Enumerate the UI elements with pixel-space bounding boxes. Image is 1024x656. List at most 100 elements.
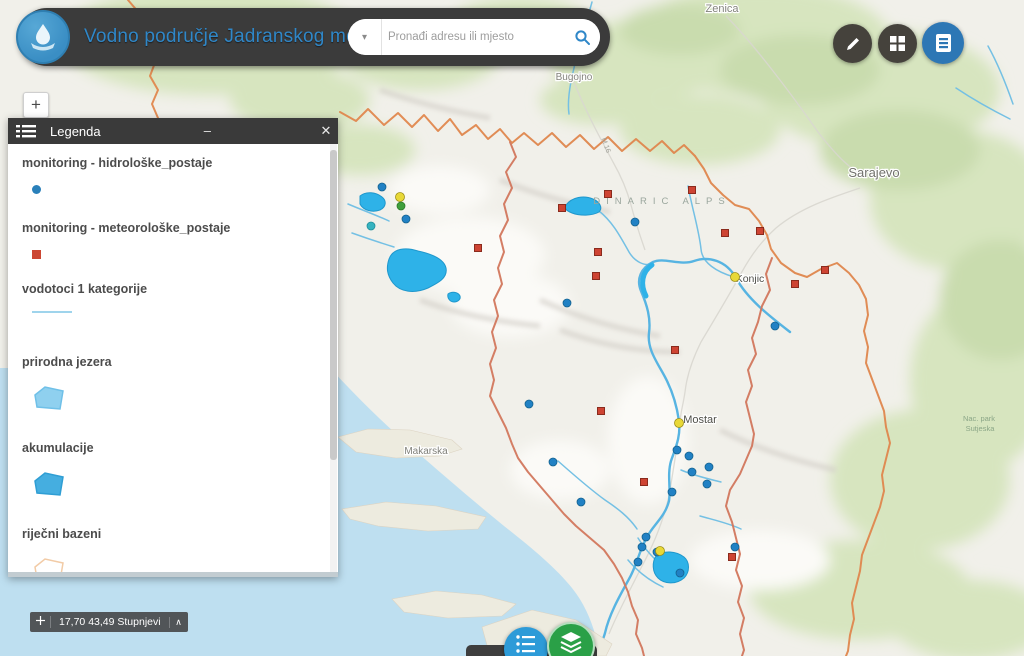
- legend-item: akumulacije: [22, 441, 324, 503]
- meteo-station-marker[interactable]: [474, 244, 482, 252]
- coordinates-crosshair-icon[interactable]: [30, 616, 51, 628]
- map-label: Sarajevo: [848, 165, 899, 180]
- map-label: Nac. park: [963, 414, 995, 423]
- header-bar: Vodno područje Jadranskog mora ▾: [16, 8, 610, 66]
- legend-item-label: vodotoci 1 kategorije: [22, 282, 148, 296]
- hydro-station-marker[interactable]: [401, 214, 411, 224]
- legend-item-label: monitoring - meteorološke_postaje: [22, 221, 231, 235]
- hydro-station-marker[interactable]: [684, 451, 694, 461]
- meteo-station-marker[interactable]: [688, 186, 696, 194]
- town-marker[interactable]: [674, 418, 684, 428]
- legend-swatch-polygon: [32, 470, 324, 503]
- layers-icon: [560, 632, 582, 654]
- map-label: Mostar: [683, 414, 717, 426]
- legend-item: monitoring - meteorološke_postaje: [22, 221, 324, 259]
- hydro-station-marker[interactable]: [576, 497, 586, 507]
- hydro-station-marker[interactable]: [641, 532, 651, 542]
- meteo-station-marker[interactable]: [592, 272, 600, 280]
- meteo-station-marker[interactable]: [791, 280, 799, 288]
- hydro-station-marker[interactable]: [704, 462, 714, 472]
- town-marker[interactable]: [730, 272, 740, 282]
- draw-measure-button[interactable]: [833, 24, 872, 63]
- teal-station-marker[interactable]: [366, 221, 376, 231]
- meteo-station-marker[interactable]: [721, 229, 729, 237]
- legend-swatch-square: [32, 250, 41, 259]
- search-button[interactable]: [564, 19, 600, 55]
- hydro-station-marker[interactable]: [630, 217, 640, 227]
- hydro-station-marker[interactable]: [730, 542, 740, 552]
- legend-scrollbar-track: [330, 144, 337, 572]
- search-source-dropdown[interactable]: ▾: [348, 19, 382, 55]
- meteo-station-marker[interactable]: [728, 553, 736, 561]
- coordinates-value: 17,70 43,49 Stupnjevi: [59, 616, 161, 628]
- map-label: Bugojno: [556, 72, 593, 83]
- legend-item: riječni bazeni: [22, 527, 324, 572]
- hydro-station-marker[interactable]: [377, 182, 387, 192]
- app-title: Vodno područje Jadranskog mora: [84, 26, 375, 47]
- legend-swatch-polygon: [32, 384, 324, 417]
- hydro-station-marker[interactable]: [633, 557, 643, 567]
- meteo-station-marker[interactable]: [604, 190, 612, 198]
- meteo-station-marker[interactable]: [640, 478, 648, 486]
- coordinates-expand-caret[interactable]: ∧: [168, 616, 188, 628]
- legend-header[interactable]: Legenda – ✕: [8, 118, 338, 144]
- legend-swatch-point: [32, 185, 41, 194]
- legend-item-label: monitoring - hidrološke_postaje: [22, 156, 213, 170]
- legend-body: monitoring - hidrološke_postaje monitorin…: [8, 144, 338, 572]
- app-window: Zenica Bugojno Sarajevo Konjic Mostar Makarsk…: [0, 0, 1024, 656]
- legend-item-list: monitoring - hidrološke_postaje monitorin…: [22, 156, 324, 572]
- map-label: DINARIC ALPS: [593, 196, 730, 207]
- search-icon: [574, 29, 590, 45]
- legend-hscrollbar[interactable]: [8, 572, 338, 577]
- legend-swatch-line: [32, 311, 72, 313]
- basemap-gallery-button[interactable]: [878, 24, 917, 63]
- map-label: Makarska: [404, 446, 448, 457]
- app-logo: [16, 10, 70, 64]
- meteo-station-marker[interactable]: [558, 204, 566, 212]
- water-drop-icon: [31, 24, 55, 51]
- legend-panel-icon: [16, 124, 36, 137]
- hydro-station-marker[interactable]: [667, 487, 677, 497]
- legend-panel: Legenda – ✕ monitoring - hidrološke_post…: [8, 118, 338, 577]
- search-box: ▾: [348, 19, 600, 55]
- legend-item-label: prirodna jezera: [22, 355, 112, 369]
- zoom-in-button[interactable]: +: [23, 92, 49, 118]
- search-input[interactable]: [382, 31, 564, 43]
- coordinates-widget: 17,70 43,49 Stupnjevi ∧: [30, 612, 188, 632]
- hydro-station-marker[interactable]: [637, 542, 647, 552]
- legend-item-label: riječni bazeni: [22, 527, 102, 541]
- town-marker[interactable]: [395, 192, 405, 202]
- legend-toggle-button[interactable]: [922, 22, 964, 64]
- pencil-icon: [846, 37, 859, 50]
- legend-item: prirodna jezera: [22, 355, 324, 417]
- hydro-station-marker[interactable]: [675, 568, 685, 578]
- map-label: Konjic: [736, 273, 765, 285]
- meteo-station-marker[interactable]: [597, 407, 605, 415]
- hydro-station-marker[interactable]: [548, 457, 558, 467]
- legend-swatch-polygon: [32, 556, 324, 572]
- legend-minimize-button[interactable]: –: [195, 118, 219, 144]
- meteo-station-marker[interactable]: [671, 346, 679, 354]
- map-label: Zenica: [705, 3, 739, 15]
- map-label: Sutjeska: [966, 424, 996, 433]
- hydro-station-marker[interactable]: [702, 479, 712, 489]
- legend-list-icon: [935, 34, 951, 52]
- hydro-station-marker[interactable]: [524, 399, 534, 409]
- legend-close-button[interactable]: ✕: [314, 118, 338, 144]
- legend-title: Legenda: [50, 123, 101, 139]
- meteo-station-marker[interactable]: [756, 227, 764, 235]
- town-marker[interactable]: [655, 546, 665, 556]
- legend-item: vodotoci 1 kategorije: [22, 282, 324, 313]
- meteo-station-marker[interactable]: [594, 248, 602, 256]
- hydro-station-marker[interactable]: [672, 445, 682, 455]
- hydro-station-marker[interactable]: [687, 467, 697, 477]
- hydro-station-marker[interactable]: [770, 321, 780, 331]
- meteo-station-marker[interactable]: [821, 266, 829, 274]
- green-station-marker[interactable]: [396, 201, 406, 211]
- legend-item-label: akumulacije: [22, 441, 94, 455]
- legend-item: monitoring - hidrološke_postaje: [22, 156, 324, 194]
- legend-scrollbar-thumb[interactable]: [330, 150, 337, 460]
- basemap-grid-icon: [890, 36, 905, 51]
- list-icon: [516, 635, 535, 653]
- hydro-station-marker[interactable]: [562, 298, 572, 308]
